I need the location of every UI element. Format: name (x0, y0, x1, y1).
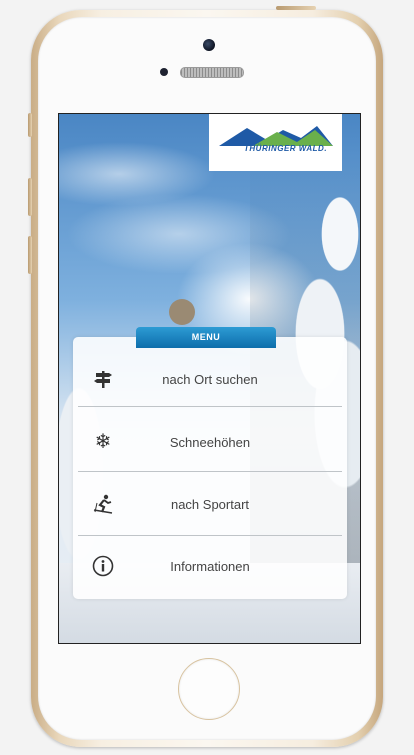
proximity-sensor (160, 68, 168, 76)
background-skier (169, 299, 195, 325)
menu-item-information[interactable]: Informationen (73, 534, 347, 598)
volume-up-button (28, 178, 32, 216)
earpiece-speaker (180, 67, 244, 78)
app-screen: THÜRINGER WALD. nach Ort suchen ❄ Schnee… (58, 113, 361, 644)
logo-text: THÜRINGER WALD. (244, 144, 328, 153)
menu-item-label: nach Sportart (170, 496, 250, 512)
silent-switch (28, 113, 32, 137)
menu-item-label: Informationen (170, 558, 250, 574)
menu-item-label: nach Ort suchen (162, 371, 258, 387)
menu-item-snow-depth[interactable]: ❄ Schneehöhen (73, 410, 347, 474)
home-button[interactable] (178, 658, 240, 720)
brand-logo: THÜRINGER WALD. (209, 114, 342, 171)
volume-down-button (28, 236, 32, 274)
menu-item-search-location[interactable]: nach Ort suchen (73, 347, 347, 411)
power-button (276, 6, 316, 10)
front-camera (203, 39, 215, 51)
menu-item-sport-type[interactable]: nach Sportart (73, 472, 347, 536)
menu-title-tab: MENU (136, 327, 276, 348)
main-menu-panel: nach Ort suchen ❄ Schneehöhen nach Sport… (73, 337, 347, 599)
menu-item-label: Schneehöhen (169, 434, 251, 450)
mountain-logo-icon (219, 126, 333, 146)
divider (78, 406, 342, 407)
